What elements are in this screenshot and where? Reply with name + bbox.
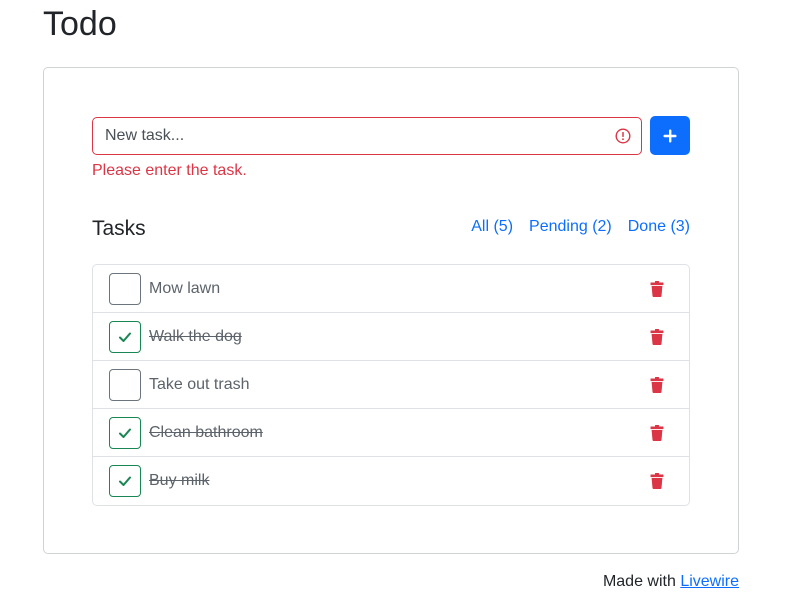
task-checkbox[interactable] xyxy=(109,417,141,449)
task-row: Clean bathroom xyxy=(93,409,689,457)
task-row: Buy milk xyxy=(93,457,689,505)
exclamation-circle-icon xyxy=(615,128,631,144)
task-label: Walk the dog xyxy=(149,328,242,345)
delete-task-button[interactable] xyxy=(649,424,665,442)
filter-pending-link[interactable]: Pending (2) xyxy=(529,218,612,236)
task-row: Mow lawn xyxy=(93,265,689,313)
todo-card: Please enter the task. Tasks All (5) Pen… xyxy=(43,67,739,554)
filter-all-link[interactable]: All (5) xyxy=(471,218,513,236)
check-icon xyxy=(119,332,131,342)
task-error-message: Please enter the task. xyxy=(92,162,247,179)
footer-text: Made with xyxy=(602,573,681,590)
task-label: Mow lawn xyxy=(149,280,221,297)
task-checkbox[interactable] xyxy=(109,321,141,353)
new-task-input[interactable] xyxy=(93,118,641,154)
filter-done-link[interactable]: Done (3) xyxy=(628,218,690,236)
footer: Made with Livewire xyxy=(603,572,739,592)
livewire-link[interactable]: Livewire xyxy=(680,573,739,590)
task-list: Mow lawn Walk the dog Take out trash Cle… xyxy=(92,264,690,506)
task-row: Walk the dog xyxy=(93,313,689,361)
task-checkbox[interactable] xyxy=(109,465,141,497)
trash-icon xyxy=(650,281,664,297)
task-checkbox[interactable] xyxy=(109,273,141,305)
tasks-heading: Tasks xyxy=(92,217,146,240)
filter-links: All (5) Pending (2) Done (3) xyxy=(455,218,690,236)
delete-task-button[interactable] xyxy=(649,472,665,490)
check-icon xyxy=(119,428,131,438)
delete-task-button[interactable] xyxy=(649,376,665,394)
task-label: Take out trash xyxy=(149,376,250,393)
add-task-button[interactable] xyxy=(650,116,690,155)
trash-icon xyxy=(650,329,664,345)
task-label: Clean bathroom xyxy=(149,424,263,441)
task-label: Buy milk xyxy=(149,472,210,489)
trash-icon xyxy=(650,473,664,489)
trash-icon xyxy=(650,377,664,393)
page-title: Todo xyxy=(43,5,117,43)
trash-icon xyxy=(650,425,664,441)
task-checkbox[interactable] xyxy=(109,369,141,401)
delete-task-button[interactable] xyxy=(649,328,665,346)
task-row: Take out trash xyxy=(93,361,689,409)
plus-icon xyxy=(663,129,677,142)
check-icon xyxy=(119,476,131,486)
task-input-wrapper xyxy=(92,117,642,155)
delete-task-button[interactable] xyxy=(649,280,665,298)
